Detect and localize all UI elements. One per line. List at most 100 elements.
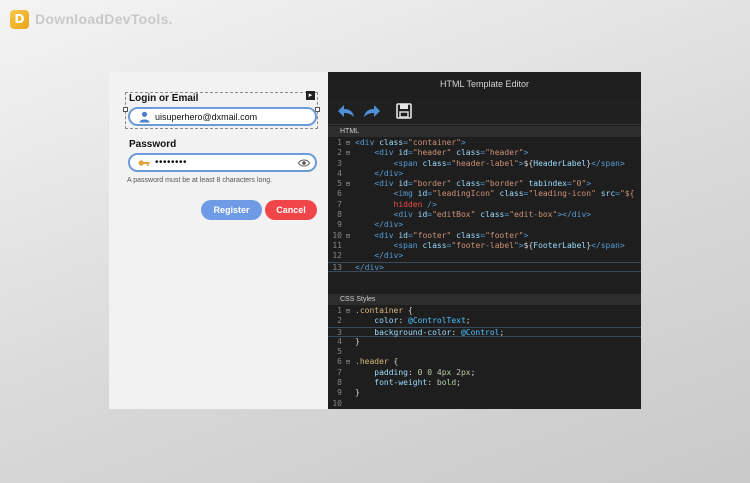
code-line[interactable]: 3 <span class="header-label">${HeaderLab… (328, 159, 641, 169)
fold-gutter (344, 220, 352, 230)
form-preview: ▸ Login or Email uisuperhero@dxmail.com … (109, 72, 328, 409)
code-text: <img id="leadingIcon" class="leading-ico… (352, 189, 635, 199)
code-line[interactable]: 1 ⊟ <div class="container"> (328, 138, 641, 148)
css-section-header: CSS Styles (328, 294, 641, 305)
code-token: class (451, 148, 481, 158)
code-token: 0 0 4px 2px (417, 367, 471, 377)
code-text: <div id="header" class="header"> (352, 148, 528, 158)
code-line[interactable]: 5 ⊟ <div id="border" class="border" tabin… (328, 179, 641, 189)
code-token: <div (355, 138, 380, 147)
code-token: > (523, 230, 529, 240)
code-line[interactable]: 7 hidden /> (328, 200, 641, 210)
password-field[interactable]: •••••••• (128, 153, 317, 172)
email-field[interactable]: uisuperhero@dxmail.com (128, 107, 317, 126)
code-token: class (475, 210, 505, 220)
line-number: 1 (337, 306, 342, 315)
smart-tag-icon[interactable]: ▸ (306, 91, 315, 100)
code-token: class (451, 179, 481, 189)
fold-gutter (344, 251, 352, 261)
code-line[interactable]: 6 ⊟ .header { (328, 357, 641, 367)
fold-toggle-icon[interactable]: ⊟ (344, 138, 352, 148)
code-line[interactable]: 13 </div> (328, 261, 641, 272)
code-token: <span (393, 158, 423, 168)
code-line[interactable]: 11 <span class="footer-label">${FooterLa… (328, 241, 641, 251)
redo-button[interactable] (362, 101, 382, 121)
password-hint: A password must be at least 8 characters… (127, 177, 273, 184)
line-number: 6 (337, 357, 342, 367)
fold-gutter (344, 337, 352, 347)
code-line[interactable]: 4 </div> (328, 169, 641, 179)
fold-toggle-icon[interactable]: ⊟ (344, 357, 352, 367)
code-text: <div class="container"> (352, 138, 466, 148)
code-line[interactable]: 10 ⊟ <div id="footer" class="footer"> (328, 231, 641, 241)
fold-toggle-icon[interactable]: ⊟ (344, 231, 352, 241)
code-line[interactable]: 9 </div> (328, 220, 641, 230)
undo-button[interactable] (336, 101, 356, 121)
code-line[interactable]: 1 ⊟ .container { (328, 306, 641, 316)
login-label: Login or Email (129, 93, 199, 104)
code-token: class (379, 138, 404, 147)
code-text: background-color: @Control; (352, 328, 504, 337)
watermark: D DownloadDevTools. (10, 9, 173, 29)
code-line[interactable]: 3 background-color: @Control; (328, 326, 641, 337)
line-number: 1 (337, 138, 342, 147)
fold-gutter (344, 399, 352, 409)
code-token: ></div> (557, 210, 592, 220)
code-line[interactable]: 6 <img id="leadingIcon" class="leading-i… (328, 189, 641, 199)
code-line[interactable]: 2 ⊟ <div id="header" class="header"> (328, 148, 641, 158)
line-number: 6 (337, 189, 342, 199)
line-number: 11 (332, 240, 342, 250)
code-line[interactable]: 8 font-weight: bold; (328, 378, 641, 388)
code-line[interactable]: 7 padding: 0 0 4px 2px; (328, 368, 641, 378)
code-token: .header (355, 357, 389, 367)
code-token: id (398, 148, 408, 158)
editor-toolbar (328, 98, 641, 125)
code-line[interactable]: 10 (328, 399, 641, 409)
css-code-area[interactable]: 1 ⊟ .container {2 color: @ControlText; 3 ba… (328, 306, 641, 409)
fold-gutter (344, 200, 352, 210)
fold-toggle-icon[interactable]: ⊟ (344, 306, 352, 316)
line-number: 13 (332, 262, 342, 272)
html-section-header: HTML (328, 126, 641, 137)
cancel-button[interactable]: Cancel (265, 200, 317, 220)
line-number: 3 (337, 158, 342, 168)
code-token: : (398, 316, 408, 326)
code-text: <div id="editBox" class="edit-box"></div… (352, 210, 592, 220)
code-token: { (403, 306, 413, 315)
code-line[interactable]: 2 color: @ControlText; (328, 316, 641, 326)
code-token: @ControlText (408, 316, 466, 326)
code-line[interactable]: 4} (328, 337, 641, 347)
fold-gutter (344, 169, 352, 179)
line-number: 7 (337, 199, 342, 209)
code-line[interactable]: 12 </div> (328, 251, 641, 261)
code-token: </span> (591, 240, 625, 250)
app-window: ▸ Login or Email uisuperhero@dxmail.com … (109, 72, 641, 409)
fold-gutter (344, 368, 352, 378)
resize-handle-left[interactable] (123, 107, 128, 112)
eye-icon[interactable] (297, 158, 311, 168)
code-line[interactable]: 5 (328, 347, 641, 357)
code-line[interactable]: 9} (328, 388, 641, 398)
fold-toggle-icon[interactable]: ⊟ (344, 148, 352, 158)
code-token: "footer" (485, 230, 524, 240)
save-button[interactable] (394, 101, 414, 121)
code-text: hidden /> (352, 200, 437, 210)
fold-toggle-icon[interactable]: ⊟ (344, 179, 352, 189)
code-line[interactable]: 8 <div id="editBox" class="edit-box"></d… (328, 210, 641, 220)
html-code-area[interactable]: 1 ⊟ <div class="container"> 2 ⊟ <div id="hea… (328, 138, 641, 272)
code-token: : (427, 378, 437, 388)
register-button[interactable]: Register (201, 200, 262, 220)
redo-icon (364, 105, 380, 117)
code-text: </div> (352, 169, 403, 179)
code-token: <img (393, 189, 418, 199)
save-icon (396, 103, 412, 119)
code-token: "leadingIcon" (432, 189, 495, 199)
code-text: } (352, 337, 360, 347)
